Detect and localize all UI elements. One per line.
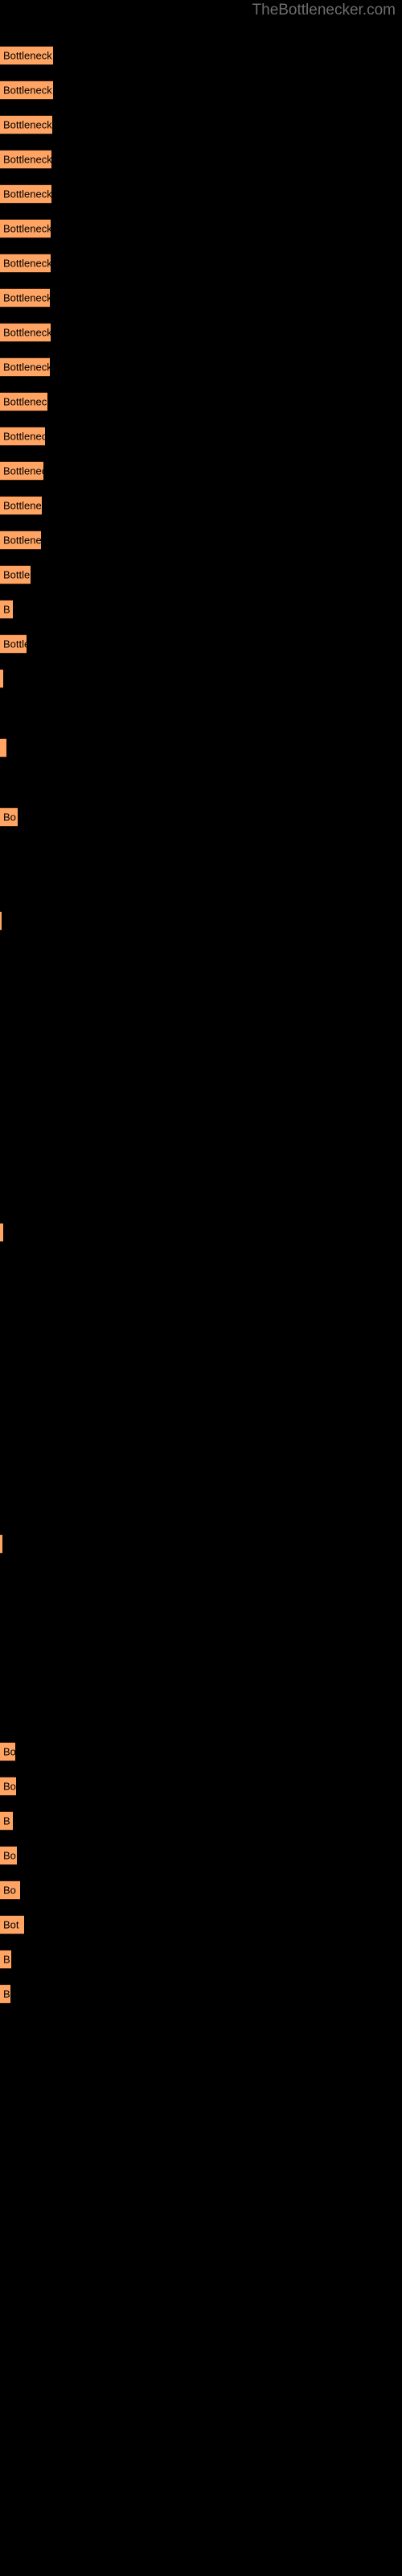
chart-bar-label: Bottleneck res bbox=[3, 395, 47, 408]
chart-bar: Bottleneck bbox=[0, 530, 41, 550]
chart-bar: Bottleneck resul bbox=[0, 150, 51, 169]
chart-bar-label: Bo bbox=[3, 1780, 16, 1793]
chart-bar-label: Bottleneck resu bbox=[3, 361, 50, 374]
chart-bar: Bottleneck result bbox=[0, 80, 53, 100]
chart-bar-label: Bottleneck result bbox=[3, 84, 53, 97]
chart-bar: Bottleneck r bbox=[0, 496, 42, 515]
chart-bar: Bottleneck r bbox=[0, 461, 43, 481]
chart-bar-label: Bottleneck re bbox=[3, 430, 45, 443]
chart-bar: Bottleneck resu bbox=[0, 323, 51, 342]
chart-bar: Bottleneck resul bbox=[0, 115, 52, 134]
chart-bar-label: Bottleneck r bbox=[3, 499, 42, 512]
chart-bar: Bottleneck result bbox=[0, 46, 53, 65]
chart-bar-label: Bottleneck resu bbox=[3, 222, 51, 235]
chart-bar-label: Bottleneck resu bbox=[3, 291, 50, 304]
chart-bar-label: Bottleneck resul bbox=[3, 188, 51, 200]
chart-bar: Bottleneck res bbox=[0, 392, 47, 411]
chart-bar-label: Bottleneck r bbox=[3, 464, 43, 477]
chart-bar-label: B bbox=[3, 1953, 10, 1966]
chart-bar-label: B bbox=[3, 603, 10, 616]
chart-bar: B bbox=[0, 600, 13, 619]
chart-bar: Bottle bbox=[0, 634, 27, 654]
chart-bar: Bo bbox=[0, 807, 18, 827]
chart-bar-label: Bo bbox=[3, 1745, 15, 1758]
chart-bar: Bo bbox=[0, 1880, 20, 1900]
chart-bar-label: Bottleneck resu bbox=[3, 326, 51, 339]
chart-bar: Bo bbox=[0, 1777, 16, 1796]
chart-bar: B bbox=[0, 1811, 13, 1831]
chart-bar-label: Bottleneck resul bbox=[3, 118, 52, 131]
chart-bar-label: B bbox=[3, 1814, 10, 1827]
chart-bar: Bottleneck re bbox=[0, 427, 45, 446]
chart-bar bbox=[0, 911, 2, 931]
chart-bar bbox=[0, 1223, 3, 1242]
chart-bar-label: Bottleneck bbox=[3, 534, 41, 547]
chart-bar bbox=[0, 669, 3, 688]
bottleneck-bar-chart: Bottleneck result Bottleneck result Bottle… bbox=[0, 0, 402, 2576]
chart-bar-label: Bottlen bbox=[3, 568, 31, 581]
chart-bar: Bottleneck resu bbox=[0, 357, 50, 377]
chart-bar: Bottleneck resu bbox=[0, 254, 51, 273]
chart-bar: Bot bbox=[0, 1915, 24, 1934]
chart-bar: B bbox=[0, 1984, 10, 2004]
chart-bar: Bo bbox=[0, 1846, 17, 1865]
chart-bar-label: Bottleneck result bbox=[3, 49, 53, 62]
chart-bar bbox=[0, 1534, 2, 1554]
chart-bar-label: Bottleneck resul bbox=[3, 153, 51, 166]
chart-bar-label: Bo bbox=[3, 1884, 16, 1897]
chart-bar-label: B bbox=[3, 1988, 10, 2000]
chart-bar: Bottleneck resul bbox=[0, 184, 51, 204]
chart-bar-label: Bo bbox=[3, 811, 16, 824]
chart-bar-label: Bot bbox=[3, 1918, 19, 1931]
chart-bar-label: Bottleneck resu bbox=[3, 257, 51, 270]
chart-bar-label: Bo bbox=[3, 1849, 16, 1862]
chart-bar: Bottlen bbox=[0, 565, 31, 584]
chart-bar: Bo bbox=[0, 1742, 15, 1761]
chart-bar: Bottleneck resu bbox=[0, 288, 50, 308]
chart-bar-label: Bottle bbox=[3, 638, 27, 650]
chart-bar: B bbox=[0, 1950, 11, 1969]
chart-bar bbox=[0, 738, 6, 758]
chart-bar: Bottleneck resu bbox=[0, 219, 51, 238]
